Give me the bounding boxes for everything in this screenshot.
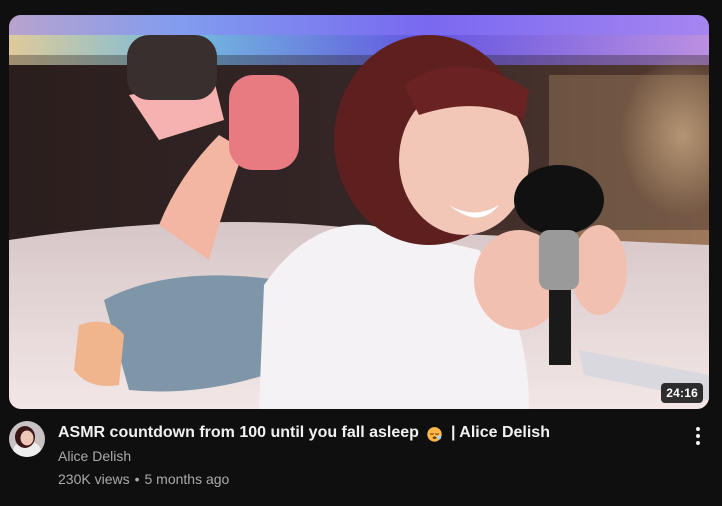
video-thumbnail[interactable]: 24:16	[9, 15, 709, 409]
stats-separator: •	[134, 471, 140, 487]
thumbnail-image	[9, 15, 709, 409]
menu-dot	[696, 441, 700, 445]
video-metadata: ASMR countdown from 100 until you fall a…	[58, 423, 668, 488]
video-duration-badge: 24:16	[661, 383, 703, 403]
channel-name[interactable]: Alice Delish	[58, 447, 131, 465]
video-title-link[interactable]: ASMR countdown from 100 until you fall a…	[58, 423, 668, 443]
publish-date: 5 months ago	[144, 471, 230, 487]
view-count: 230K views	[58, 471, 130, 487]
video-title: ASMR countdown from 100 until you fall a…	[58, 424, 419, 441]
more-vert-icon[interactable]	[686, 421, 710, 451]
menu-dot	[696, 427, 700, 431]
sleeping-face-icon	[427, 426, 442, 442]
menu-dot	[696, 434, 700, 438]
video-title-suffix: | Alice Delish	[450, 424, 550, 441]
channel-avatar[interactable]	[9, 421, 45, 457]
video-stats: 230K views • 5 months ago	[58, 470, 668, 488]
video-card: 24:16 ASMR countdown from 100 until you …	[0, 0, 722, 506]
